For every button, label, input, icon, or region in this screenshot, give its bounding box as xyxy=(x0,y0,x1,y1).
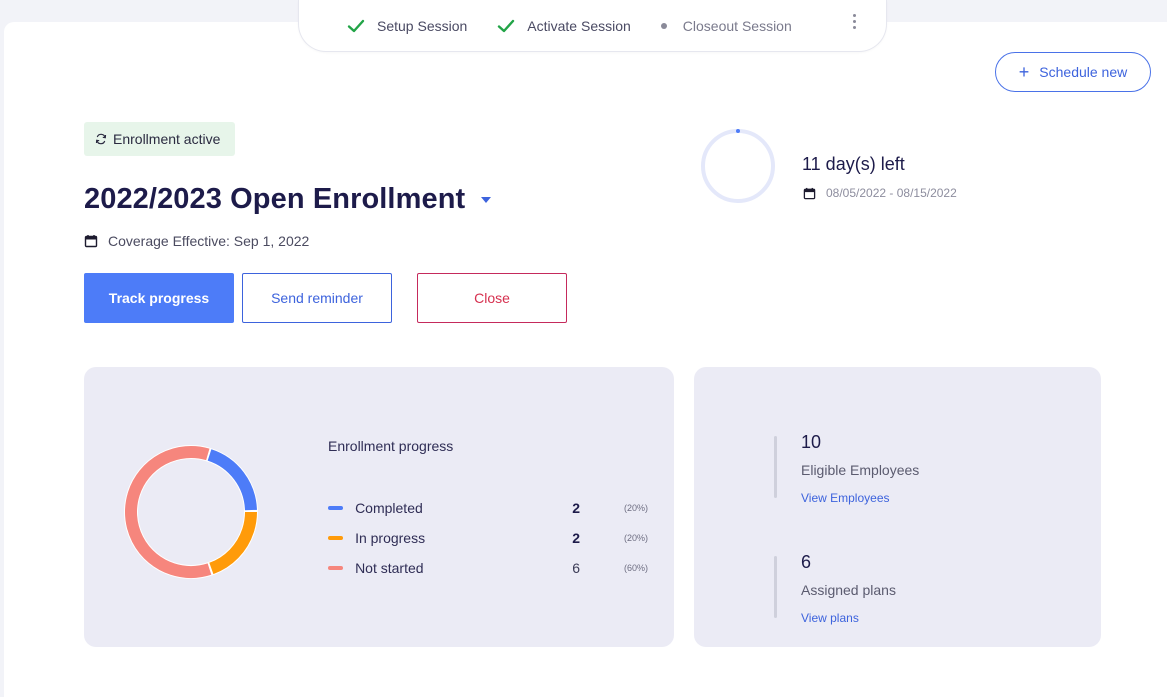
check-icon xyxy=(347,19,365,32)
donut-segment-not-started xyxy=(125,446,257,578)
stat-label: Assigned plans xyxy=(801,582,896,598)
page-title: 2022/2023 Open Enrollment xyxy=(84,183,466,215)
status-badge: Enrollment active xyxy=(84,122,235,156)
legend-row-not-started: Not started 6 (60%) xyxy=(328,560,648,576)
title-row: 2022/2023 Open Enrollment xyxy=(84,183,492,216)
countdown-ring xyxy=(701,129,775,203)
session-stepper: Setup Session Activate Session Closeout … xyxy=(298,0,887,52)
calendar-icon xyxy=(84,235,98,248)
more-options-icon[interactable] xyxy=(849,12,860,31)
step-label: Setup Session xyxy=(377,17,468,34)
donut-segment-in-progress xyxy=(125,446,257,578)
pending-dot-icon xyxy=(660,22,667,29)
coverage-text: Coverage Effective: Sep 1, 2022 xyxy=(108,233,310,249)
coverage-effective: Coverage Effective: Sep 1, 2022 xyxy=(84,233,309,249)
check-icon xyxy=(498,19,515,32)
stat-divider xyxy=(774,556,777,618)
send-reminder-button[interactable]: Send reminder xyxy=(242,273,392,323)
days-left: 11 day(s) left xyxy=(802,154,905,174)
legend-label: In progress xyxy=(355,530,426,546)
caret-down-icon[interactable] xyxy=(481,196,492,203)
view-employees-link[interactable]: View Employees xyxy=(801,491,890,505)
date-range: 08/05/2022 - 08/15/2022 xyxy=(803,186,957,200)
legend-swatch xyxy=(328,566,344,570)
plus-icon: + xyxy=(1018,62,1030,82)
refresh-icon xyxy=(95,133,107,145)
legend-percent: (20%) xyxy=(623,503,648,513)
donut-segment-completed xyxy=(125,446,257,578)
enrollment-donut-chart xyxy=(124,445,258,579)
status-badge-label: Enrollment active xyxy=(113,131,221,147)
legend-swatch xyxy=(328,536,344,540)
step-label: Closeout Session xyxy=(682,17,792,34)
step-label: Activate Session xyxy=(527,17,631,34)
stat-number: 10 xyxy=(801,432,822,452)
step-closeout-session[interactable]: Closeout Session xyxy=(660,17,792,34)
countdown-marker xyxy=(736,129,740,133)
legend-swatch xyxy=(328,506,344,510)
legend-row-completed: Completed 2 (20%) xyxy=(328,500,648,516)
stat-number: 6 xyxy=(801,552,812,572)
legend-count: 2 xyxy=(572,530,580,546)
step-activate-session[interactable]: Activate Session xyxy=(497,17,631,35)
schedule-new-label: Schedule new xyxy=(1039,64,1128,80)
stat-label: Eligible Employees xyxy=(801,462,920,478)
legend-label: Not started xyxy=(355,560,424,576)
date-range-text: 08/05/2022 - 08/15/2022 xyxy=(826,186,957,200)
legend-percent: (20%) xyxy=(623,533,648,543)
legend-count: 6 xyxy=(572,560,580,576)
view-plans-link[interactable]: View plans xyxy=(801,611,859,625)
track-progress-button[interactable]: Track progress xyxy=(84,273,234,323)
calendar-icon xyxy=(803,187,816,199)
schedule-new-button[interactable]: + Schedule new xyxy=(995,52,1151,92)
step-setup-session[interactable]: Setup Session xyxy=(347,17,467,35)
legend-label: Completed xyxy=(355,500,423,516)
legend-percent: (60%) xyxy=(623,563,648,573)
close-button[interactable]: Close xyxy=(417,273,567,323)
stat-divider xyxy=(774,436,777,498)
legend-row-in-progress: In progress 2 (20%) xyxy=(328,530,648,546)
enrollment-progress-title: Enrollment progress xyxy=(328,438,454,454)
enrollment-progress-card: Enrollment progress Completed 2 (20%) In… xyxy=(84,367,674,647)
legend-count: 2 xyxy=(572,500,580,516)
summary-stats-card: 10 Eligible Employees View Employees 6 A… xyxy=(694,367,1101,647)
